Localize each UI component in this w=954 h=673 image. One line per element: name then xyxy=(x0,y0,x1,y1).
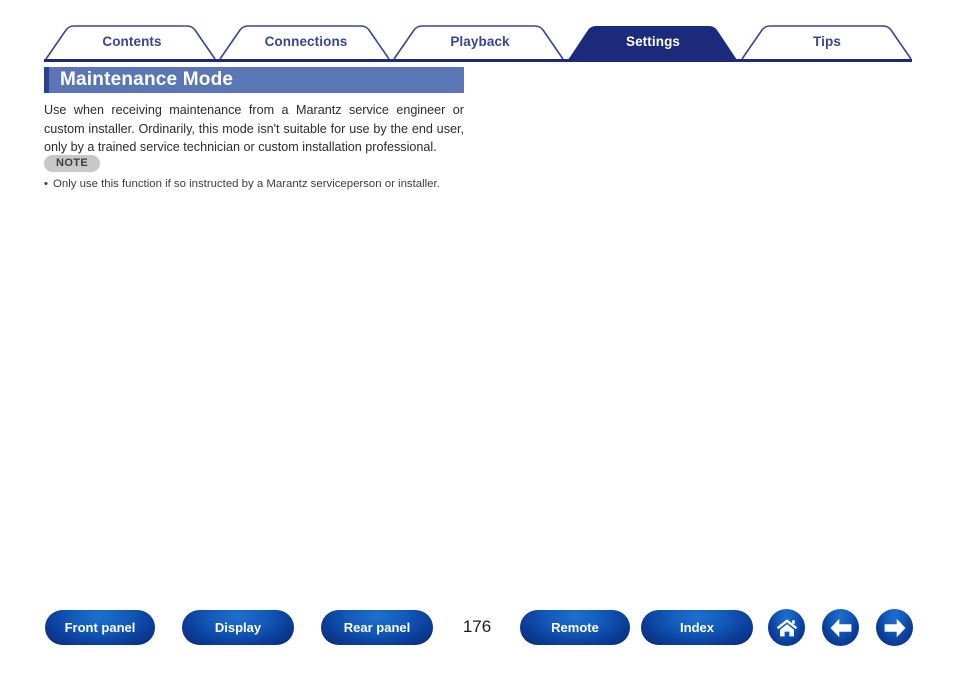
page-number: 176 xyxy=(462,617,492,636)
tab-appendix[interactable]: Appendix xyxy=(914,24,954,60)
remote-button[interactable]: Remote xyxy=(520,610,630,645)
front-panel-button[interactable]: Front panel xyxy=(45,610,155,645)
bullet-glyph: • xyxy=(44,178,48,190)
page-title-bar: Maintenance Mode xyxy=(44,67,464,93)
arrow-right-icon xyxy=(884,618,905,637)
tab-playback[interactable]: Playback xyxy=(392,24,568,60)
display-button[interactable]: Display xyxy=(182,610,294,645)
note-badge: NOTE xyxy=(44,155,101,172)
back-button[interactable] xyxy=(822,609,859,646)
tab-bar: Contents Connections Playback Settings T… xyxy=(44,24,912,60)
tab-contents[interactable]: Contents xyxy=(44,24,220,60)
rear-panel-button[interactable]: Rear panel xyxy=(321,610,433,645)
body-paragraph: Use when receiving maintenance from a Ma… xyxy=(44,103,464,155)
home-button[interactable] xyxy=(768,609,805,646)
tab-tips[interactable]: Tips xyxy=(740,24,914,60)
index-button[interactable]: Index xyxy=(641,610,753,645)
list-item: • Only use this function if so instructed… xyxy=(44,176,524,192)
note-list: • Only use this function if so instructed… xyxy=(44,176,524,192)
home-icon xyxy=(776,618,797,636)
tab-connections[interactable]: Connections xyxy=(218,24,394,60)
page-title: Maintenance Mode xyxy=(60,69,234,90)
tab-settings[interactable]: Settings xyxy=(566,24,740,60)
tab-bar-rule xyxy=(44,59,912,62)
forward-button[interactable] xyxy=(876,609,913,646)
note-item-text: Only use this function if so instructed … xyxy=(53,178,440,190)
arrow-left-icon xyxy=(830,618,851,637)
